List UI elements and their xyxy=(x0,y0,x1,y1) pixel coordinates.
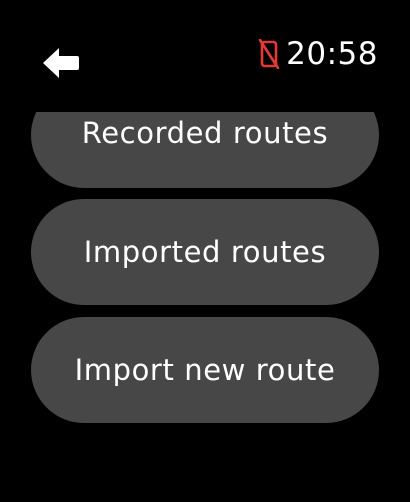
status-bar: 20:58 xyxy=(0,0,410,110)
status-indicators: 20:58 xyxy=(256,34,378,74)
imported-routes-label: Imported routes xyxy=(83,235,327,269)
import-new-route-button[interactable]: Import new route xyxy=(31,317,379,423)
clock-time: 20:58 xyxy=(286,35,378,72)
back-button[interactable] xyxy=(40,46,82,84)
arrow-left-icon xyxy=(41,45,81,85)
import-new-route-label: Import new route xyxy=(74,353,336,387)
phone-disconnected-icon xyxy=(256,38,282,70)
imported-routes-button[interactable]: Imported routes xyxy=(31,199,379,305)
recorded-routes-label: Recorded routes xyxy=(81,116,329,150)
